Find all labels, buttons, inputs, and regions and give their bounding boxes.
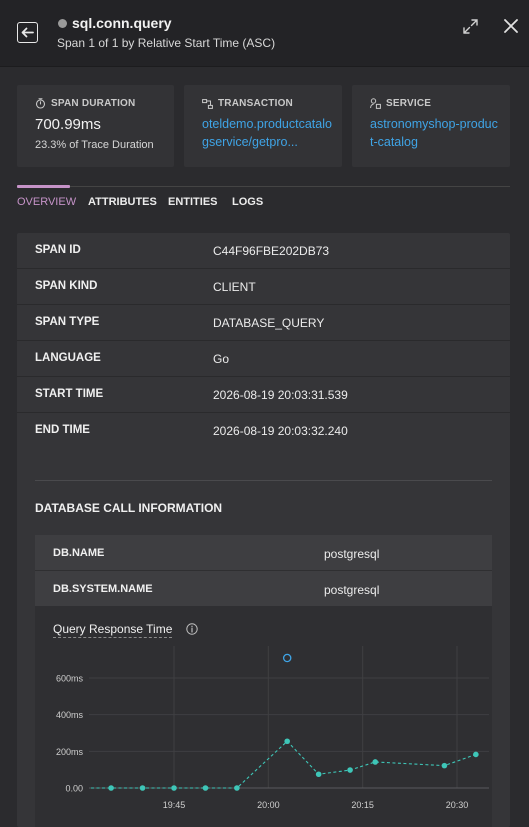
- data-point: [473, 751, 479, 758]
- query-response-chart: 0.00 200ms 400ms 600ms 19:45 20:00 20:15 20:30: [56, 646, 489, 810]
- attribute-key: LANGUAGE: [35, 352, 101, 364]
- data-point: [234, 785, 240, 791]
- data-point: [347, 767, 353, 773]
- attribute-key: START TIME: [35, 388, 104, 400]
- attribute-key: SPAN ID: [35, 244, 81, 256]
- stopwatch-icon: [35, 98, 46, 109]
- expand-icon[interactable]: [462, 18, 479, 35]
- arrow-left-icon: [21, 27, 34, 38]
- data-point: [171, 785, 177, 791]
- attribute-row: SPAN KIND CLIENT: [17, 269, 510, 305]
- data-point: [284, 738, 290, 745]
- span-duration-card: SPAN DURATION 700.99ms 23.3% of Trace Du…: [17, 85, 174, 167]
- query-response-chart-card: Query Response Time 0.00 200ms 400ms 600ms 1…: [35, 606, 492, 827]
- section-divider: [35, 480, 492, 481]
- service-icon: [370, 98, 381, 109]
- summary-cards: SPAN DURATION 700.99ms 23.3% of Trace Du…: [17, 85, 510, 167]
- attribute-row: START TIME 2026-08-19 20:03:31.539: [17, 377, 510, 413]
- db-info-value: postgresql: [324, 583, 380, 597]
- span-duration-value: 700.99ms: [35, 116, 101, 133]
- x-tick-label: 20:00: [257, 800, 280, 810]
- attribute-row: LANGUAGE Go: [17, 341, 510, 377]
- attribute-key: END TIME: [35, 424, 90, 436]
- attribute-row: SPAN ID C44F96FBE202DB73: [17, 233, 510, 269]
- db-info-key: DB.SYSTEM.NAME: [53, 583, 153, 595]
- db-info-row: DB.SYSTEM.NAME postgresql: [35, 571, 492, 607]
- data-point: [315, 771, 322, 778]
- attribute-key: SPAN TYPE: [35, 316, 100, 328]
- data-point: [372, 759, 379, 765]
- transaction-icon: [202, 98, 213, 109]
- attribute-key: SPAN KIND: [35, 280, 98, 292]
- close-icon[interactable]: [502, 17, 520, 35]
- span-subtitle: Span 1 of 1 by Relative Start Time (ASC): [57, 36, 276, 50]
- span-duration-label-row: SPAN DURATION: [35, 98, 174, 109]
- tab-attributes[interactable]: ATTRIBUTES: [88, 196, 157, 208]
- service-card: SERVICE astronomyshop-product-catalog: [352, 85, 510, 167]
- back-button[interactable]: [17, 22, 38, 43]
- transaction-label-row: TRANSACTION: [202, 98, 342, 109]
- db-section-title: DATABASE CALL INFORMATION: [35, 501, 223, 515]
- status-dot: [58, 19, 67, 28]
- x-tick-label: 20:15: [351, 800, 374, 810]
- db-info-key: DB.NAME: [53, 547, 105, 559]
- attribute-row: SPAN TYPE DATABASE_QUERY: [17, 305, 510, 341]
- y-tick-label: 600ms: [56, 674, 84, 684]
- tab-overview[interactable]: OVERVIEW: [17, 196, 76, 208]
- attribute-value: C44F96FBE202DB73: [213, 244, 330, 258]
- service-label-row: SERVICE: [370, 98, 510, 109]
- y-tick-label: 400ms: [56, 710, 84, 720]
- transaction-link[interactable]: oteldemo.productcatalogservice/getpro...: [202, 115, 332, 151]
- attribute-value: DATABASE_QUERY: [213, 316, 325, 330]
- series-line: [91, 740, 477, 789]
- service-link[interactable]: astronomyshop-product-catalog: [370, 115, 500, 151]
- current-span-marker: [282, 653, 292, 663]
- data-point: [441, 762, 448, 769]
- tabs-divider: [17, 186, 510, 187]
- span-duration-label: SPAN DURATION: [51, 98, 136, 109]
- data-point: [139, 785, 146, 791]
- attribute-value: 2026-08-19 20:03:31.539: [213, 388, 348, 402]
- active-tab-indicator: [17, 185, 70, 188]
- attribute-value: Go: [213, 352, 230, 366]
- overview-panel: SPAN ID C44F96FBE202DB73 SPAN KIND CLIEN…: [17, 233, 510, 827]
- service-label: SERVICE: [386, 98, 432, 109]
- db-info-value: postgresql: [324, 547, 380, 561]
- tab-logs[interactable]: LOGS: [232, 196, 263, 208]
- data-point: [202, 785, 209, 791]
- attribute-row: END TIME 2026-08-19 20:03:32.240: [17, 413, 510, 449]
- tab-entities[interactable]: ENTITIES: [168, 196, 218, 208]
- x-tick-label: 20:30: [446, 800, 469, 810]
- attribute-value: CLIENT: [213, 280, 256, 294]
- y-tick-label: 200ms: [56, 747, 84, 757]
- attribute-value: 2026-08-19 20:03:32.240: [213, 424, 348, 438]
- db-info-row: DB.NAME postgresql: [35, 535, 492, 571]
- transaction-label: TRANSACTION: [218, 98, 293, 109]
- span-title: sql.conn.query: [72, 15, 172, 31]
- data-point: [108, 785, 114, 791]
- transaction-card: TRANSACTION oteldemo.productcatalogservi…: [184, 85, 342, 167]
- trace-duration-percent: 23.3% of Trace Duration: [35, 139, 154, 151]
- x-tick-label: 19:45: [163, 800, 186, 810]
- y-tick-label: 0.00: [65, 784, 83, 794]
- panel-header: sql.conn.query Span 1 of 1 by Relative S…: [0, 0, 529, 67]
